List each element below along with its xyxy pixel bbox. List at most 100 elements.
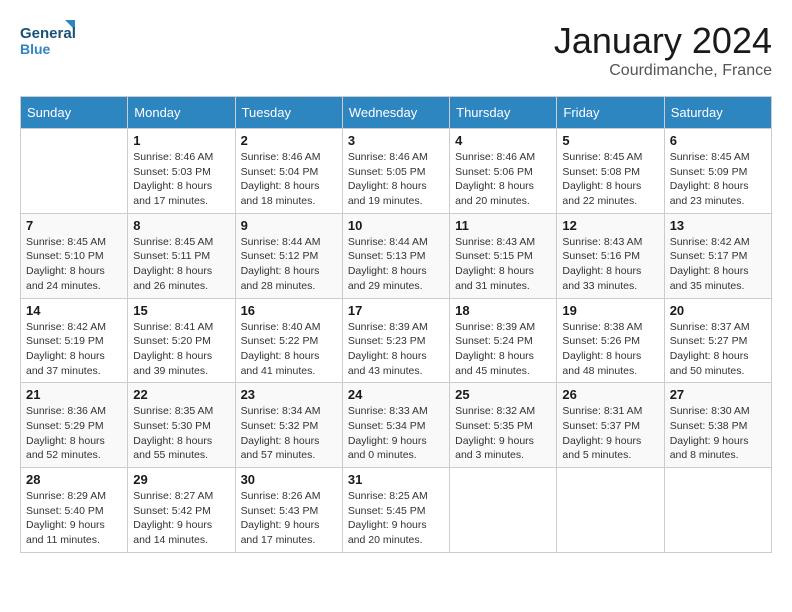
calendar-cell: 8Sunrise: 8:45 AMSunset: 5:11 PMDaylight… (128, 213, 235, 298)
calendar-cell (557, 468, 664, 553)
calendar-header-wednesday: Wednesday (342, 97, 449, 129)
calendar-cell (450, 468, 557, 553)
title-area: January 2024 Courdimanche, France (554, 20, 772, 80)
header: GeneralBlue January 2024 Courdimanche, F… (20, 20, 772, 80)
day-info: Sunrise: 8:35 AMSunset: 5:30 PMDaylight:… (133, 404, 229, 463)
day-info: Sunrise: 8:42 AMSunset: 5:17 PMDaylight:… (670, 235, 766, 294)
calendar-cell: 5 Sunrise: 8:45 AMSunset: 5:08 PMDaylight… (557, 129, 664, 214)
calendar-week-3: 14 Sunrise: 8:42 AMSunset: 5:19 PMDayligh… (21, 298, 772, 383)
day-info: Sunrise: 8:29 AMSunset: 5:40 PMDaylight:… (26, 489, 122, 548)
calendar-cell: 29Sunrise: 8:27 AMSunset: 5:42 PMDayligh… (128, 468, 235, 553)
day-number: 14 (26, 303, 122, 318)
calendar-cell: 6 Sunrise: 8:45 AMSunset: 5:09 PMDaylight… (664, 129, 771, 214)
svg-text:Blue: Blue (20, 41, 51, 57)
calendar-cell: 17Sunrise: 8:39 AMSunset: 5:23 PMDayligh… (342, 298, 449, 383)
day-info: Sunrise: 8:45 AMSunset: 5:09 PMDaylight:… (670, 150, 766, 209)
calendar-cell: 11 Sunrise: 8:43 AMSunset: 5:15 PMDayligh… (450, 213, 557, 298)
day-info: Sunrise: 8:39 AMSunset: 5:24 PMDaylight:… (455, 320, 551, 379)
day-info: Sunrise: 8:26 AMSunset: 5:43 PMDaylight:… (241, 489, 337, 548)
day-number: 11 (455, 218, 551, 233)
calendar-cell: 26 Sunrise: 8:31 AMSunset: 5:37 PMDayligh… (557, 383, 664, 468)
calendar-header-monday: Monday (128, 97, 235, 129)
day-number: 6 (670, 133, 766, 148)
day-number: 13 (670, 218, 766, 233)
calendar-cell: 30 Sunrise: 8:26 AMSunset: 5:43 PMDayligh… (235, 468, 342, 553)
calendar-cell: 31Sunrise: 8:25 AMSunset: 5:45 PMDayligh… (342, 468, 449, 553)
day-number: 27 (670, 387, 766, 402)
day-number: 26 (562, 387, 658, 402)
svg-text:General: General (20, 25, 76, 42)
day-info: Sunrise: 8:46 AMSunset: 5:06 PMDaylight:… (455, 150, 551, 209)
day-info: Sunrise: 8:33 AMSunset: 5:34 PMDaylight:… (348, 404, 444, 463)
day-number: 23 (241, 387, 337, 402)
day-info: Sunrise: 8:31 AMSunset: 5:37 PMDaylight:… (562, 404, 658, 463)
calendar-cell: 4Sunrise: 8:46 AMSunset: 5:06 PMDaylight… (450, 129, 557, 214)
day-info: Sunrise: 8:37 AMSunset: 5:27 PMDaylight:… (670, 320, 766, 379)
calendar-cell: 15 Sunrise: 8:41 AMSunset: 5:20 PMDayligh… (128, 298, 235, 383)
calendar-week-1: 1 Sunrise: 8:46 AMSunset: 5:03 PMDaylight… (21, 129, 772, 214)
day-info: Sunrise: 8:41 AMSunset: 5:20 PMDaylight:… (133, 320, 229, 379)
day-number: 18 (455, 303, 551, 318)
calendar-cell: 9 Sunrise: 8:44 AMSunset: 5:12 PMDaylight… (235, 213, 342, 298)
calendar-table: SundayMondayTuesdayWednesdayThursdayFrid… (20, 96, 772, 553)
calendar-header-friday: Friday (557, 97, 664, 129)
day-number: 16 (241, 303, 337, 318)
day-number: 3 (348, 133, 444, 148)
calendar-cell: 21 Sunrise: 8:36 AMSunset: 5:29 PMDayligh… (21, 383, 128, 468)
calendar-week-4: 21 Sunrise: 8:36 AMSunset: 5:29 PMDayligh… (21, 383, 772, 468)
day-number: 9 (241, 218, 337, 233)
day-info: Sunrise: 8:27 AMSunset: 5:42 PMDaylight:… (133, 489, 229, 548)
calendar-cell: 12Sunrise: 8:43 AMSunset: 5:16 PMDayligh… (557, 213, 664, 298)
day-info: Sunrise: 8:44 AMSunset: 5:13 PMDaylight:… (348, 235, 444, 294)
day-number: 25 (455, 387, 551, 402)
logo: GeneralBlue (20, 20, 80, 60)
calendar-header-thursday: Thursday (450, 97, 557, 129)
calendar-week-2: 7Sunrise: 8:45 AMSunset: 5:10 PMDaylight… (21, 213, 772, 298)
day-info: Sunrise: 8:46 AMSunset: 5:05 PMDaylight:… (348, 150, 444, 209)
day-info: Sunrise: 8:43 AMSunset: 5:16 PMDaylight:… (562, 235, 658, 294)
day-info: Sunrise: 8:45 AMSunset: 5:10 PMDaylight:… (26, 235, 122, 294)
day-number: 15 (133, 303, 229, 318)
day-number: 19 (562, 303, 658, 318)
day-number: 28 (26, 472, 122, 487)
calendar-cell: 10 Sunrise: 8:44 AMSunset: 5:13 PMDayligh… (342, 213, 449, 298)
day-number: 24 (348, 387, 444, 402)
calendar-cell: 16 Sunrise: 8:40 AMSunset: 5:22 PMDayligh… (235, 298, 342, 383)
calendar-cell: 20Sunrise: 8:37 AMSunset: 5:27 PMDayligh… (664, 298, 771, 383)
day-info: Sunrise: 8:30 AMSunset: 5:38 PMDaylight:… (670, 404, 766, 463)
calendar-cell: 25Sunrise: 8:32 AMSunset: 5:35 PMDayligh… (450, 383, 557, 468)
calendar-cell: 22 Sunrise: 8:35 AMSunset: 5:30 PMDayligh… (128, 383, 235, 468)
day-info: Sunrise: 8:44 AMSunset: 5:12 PMDaylight:… (241, 235, 337, 294)
day-info: Sunrise: 8:36 AMSunset: 5:29 PMDaylight:… (26, 404, 122, 463)
day-number: 1 (133, 133, 229, 148)
calendar-cell: 24 Sunrise: 8:33 AMSunset: 5:34 PMDayligh… (342, 383, 449, 468)
calendar-cell (21, 129, 128, 214)
day-info: Sunrise: 8:43 AMSunset: 5:15 PMDaylight:… (455, 235, 551, 294)
location-title: Courdimanche, France (554, 62, 772, 80)
day-number: 21 (26, 387, 122, 402)
calendar-cell: 18 Sunrise: 8:39 AMSunset: 5:24 PMDayligh… (450, 298, 557, 383)
calendar-cell: 2Sunrise: 8:46 AMSunset: 5:04 PMDaylight… (235, 129, 342, 214)
day-info: Sunrise: 8:45 AMSunset: 5:08 PMDaylight:… (562, 150, 658, 209)
day-number: 22 (133, 387, 229, 402)
calendar-header-saturday: Saturday (664, 97, 771, 129)
calendar-cell (664, 468, 771, 553)
day-info: Sunrise: 8:46 AMSunset: 5:03 PMDaylight:… (133, 150, 229, 209)
day-info: Sunrise: 8:45 AMSunset: 5:11 PMDaylight:… (133, 235, 229, 294)
day-number: 17 (348, 303, 444, 318)
calendar-cell: 27 Sunrise: 8:30 AMSunset: 5:38 PMDayligh… (664, 383, 771, 468)
month-title: January 2024 (554, 20, 772, 62)
day-info: Sunrise: 8:34 AMSunset: 5:32 PMDaylight:… (241, 404, 337, 463)
calendar-header-tuesday: Tuesday (235, 97, 342, 129)
calendar-cell: 19Sunrise: 8:38 AMSunset: 5:26 PMDayligh… (557, 298, 664, 383)
calendar-cell: 23 Sunrise: 8:34 AMSunset: 5:32 PMDayligh… (235, 383, 342, 468)
day-info: Sunrise: 8:40 AMSunset: 5:22 PMDaylight:… (241, 320, 337, 379)
day-number: 10 (348, 218, 444, 233)
day-number: 5 (562, 133, 658, 148)
calendar-header-sunday: Sunday (21, 97, 128, 129)
calendar-cell: 1 Sunrise: 8:46 AMSunset: 5:03 PMDaylight… (128, 129, 235, 214)
day-info: Sunrise: 8:42 AMSunset: 5:19 PMDaylight:… (26, 320, 122, 379)
day-number: 30 (241, 472, 337, 487)
calendar-cell: 3 Sunrise: 8:46 AMSunset: 5:05 PMDaylight… (342, 129, 449, 214)
day-info: Sunrise: 8:46 AMSunset: 5:04 PMDaylight:… (241, 150, 337, 209)
